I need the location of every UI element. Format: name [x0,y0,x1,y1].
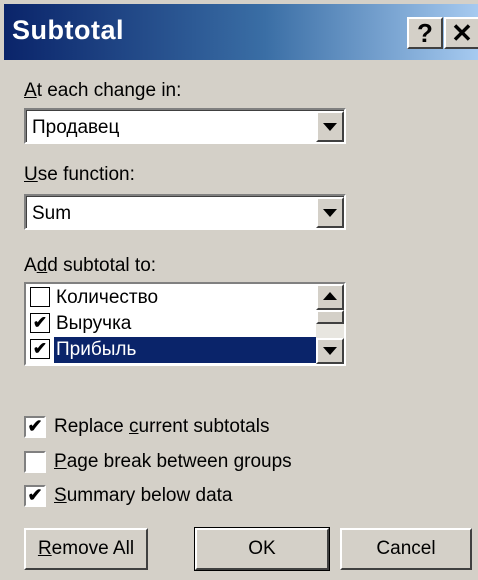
cancel-button[interactable]: Cancel [340,528,472,570]
chevron-down-icon [323,208,337,217]
chevron-down-icon [323,122,337,131]
page-break-checkbox[interactable] [24,451,46,473]
ok-label: OK [248,538,276,559]
use-function-value: Sum [32,203,72,224]
row-checkbox[interactable]: ✔ [30,339,50,359]
close-icon: ✕ [451,17,473,48]
close-button[interactable]: ✕ [444,17,478,49]
list-item-vyruchka[interactable]: ✔ Выручка [28,311,318,337]
row-checkbox[interactable]: ✔ [30,313,50,333]
subtotal-dialog: Subtotal ? ✕ At each change in: Продавец… [0,0,478,580]
page-break-label: Page break between groups [54,451,292,472]
summary-below-checkbox[interactable]: ✔ [24,485,46,507]
replace-current-checkbox[interactable]: ✔ [24,416,46,438]
scroll-down-button[interactable] [316,338,344,364]
row-label: Прибыль [56,339,137,360]
change-in-label: At each change in: [24,80,182,101]
use-function-combobox[interactable]: Sum [24,194,346,230]
use-function-dropdown-button[interactable] [316,197,344,228]
help-icon: ? [417,17,433,48]
help-button[interactable]: ? [407,17,443,49]
change-in-value: Продавец [32,117,120,138]
summary-below-label: Summary below data [54,485,233,506]
remove-all-label: Remove All [37,538,135,559]
list-item-kolichestvo[interactable]: Количество [28,285,318,311]
title-bar[interactable]: Subtotal ? ✕ [4,4,478,60]
chevron-down-icon [323,347,337,355]
dialog-title: Subtotal [12,15,124,45]
add-subtotal-label: Add subtotal to: [24,255,157,276]
ok-button[interactable]: OK [194,527,330,571]
listbox-scrollbar[interactable] [316,284,344,364]
replace-current-label: Replace current subtotals [54,416,270,437]
change-in-combobox[interactable]: Продавец [24,108,346,144]
add-subtotal-listbox[interactable]: Количество ✔ Выручка ✔ Прибыль [24,282,346,366]
chevron-up-icon [323,292,337,300]
row-checkbox[interactable] [30,287,50,307]
row-label: Количество [56,287,159,308]
scroll-thumb[interactable] [316,310,344,324]
change-in-dropdown-button[interactable] [316,111,344,142]
list-item-pribyl[interactable]: ✔ Прибыль [28,337,318,363]
cancel-label: Cancel [376,538,436,559]
scroll-up-button[interactable] [316,284,344,310]
row-label: Выручка [56,313,132,334]
use-function-label: Use function: [24,164,135,185]
remove-all-button[interactable]: Remove All [24,528,148,570]
